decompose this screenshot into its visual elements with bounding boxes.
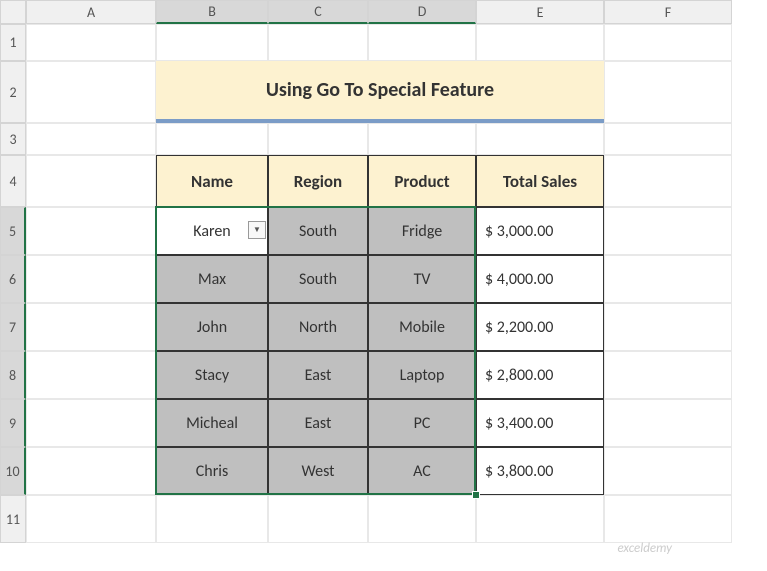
col-header-f[interactable]: F — [604, 0, 732, 24]
col-header-e[interactable]: E — [476, 0, 604, 24]
cell-f3[interactable] — [604, 123, 732, 155]
cell-a2[interactable] — [26, 61, 156, 123]
cell-d11[interactable] — [368, 495, 476, 543]
cell-f1[interactable] — [604, 24, 732, 61]
cell-f5[interactable] — [604, 207, 732, 255]
cell-f7[interactable] — [604, 303, 732, 351]
col-header-a[interactable]: A — [26, 0, 156, 24]
cell-a9[interactable] — [26, 399, 156, 447]
cell-product-1[interactable]: TV — [368, 255, 476, 303]
cell-product-5[interactable]: AC — [368, 447, 476, 495]
cell-sales-2[interactable]: $ 2,200.00 — [476, 303, 604, 351]
cell-e1[interactable] — [476, 24, 604, 61]
cell-c11[interactable] — [268, 495, 368, 543]
select-all-corner[interactable] — [0, 0, 26, 24]
row-header-9[interactable]: 9 — [0, 399, 26, 447]
cell-a4[interactable] — [26, 155, 156, 207]
cell-f10[interactable] — [604, 447, 732, 495]
cell-region-3[interactable]: East — [268, 351, 368, 399]
cell-f2[interactable] — [604, 61, 732, 123]
spreadsheet-grid: A B C D E F 1 2 3 4 5 6 7 8 9 10 11 Usin… — [0, 0, 732, 543]
cell-a5[interactable] — [26, 207, 156, 255]
cell-f8[interactable] — [604, 351, 732, 399]
row-header-2[interactable]: 2 — [0, 61, 26, 123]
row-header-5[interactable]: 5 — [0, 207, 26, 255]
cell-f4[interactable] — [604, 155, 732, 207]
cell-region-5[interactable]: West — [268, 447, 368, 495]
cell-c1[interactable] — [268, 24, 368, 61]
cell-product-3[interactable]: Laptop — [368, 351, 476, 399]
watermark: exceldemy — [617, 541, 672, 556]
cell-name-2[interactable]: John — [156, 303, 268, 351]
cell-e3[interactable] — [476, 123, 604, 155]
row-header-8[interactable]: 8 — [0, 351, 26, 399]
cell-region-2[interactable]: North — [268, 303, 368, 351]
row-header-7[interactable]: 7 — [0, 303, 26, 351]
cell-b3[interactable] — [156, 123, 268, 155]
cell-sales-5[interactable]: $ 3,800.00 — [476, 447, 604, 495]
cell-product-2[interactable]: Mobile — [368, 303, 476, 351]
cell-f9[interactable] — [604, 399, 732, 447]
cell-a10[interactable] — [26, 447, 156, 495]
cell-sales-1[interactable]: $ 4,000.00 — [476, 255, 604, 303]
cell-name-4[interactable]: Micheal — [156, 399, 268, 447]
cell-product-0[interactable]: Fridge — [368, 207, 476, 255]
col-header-c[interactable]: C — [268, 0, 368, 24]
title-cell[interactable]: Using Go To Special Feature — [156, 61, 604, 123]
header-product[interactable]: Product — [368, 155, 476, 207]
row-header-3[interactable]: 3 — [0, 123, 26, 155]
row-header-1[interactable]: 1 — [0, 24, 26, 61]
cell-region-4[interactable]: East — [268, 399, 368, 447]
cell-a1[interactable] — [26, 24, 156, 61]
cell-a7[interactable] — [26, 303, 156, 351]
header-name[interactable]: Name — [156, 155, 268, 207]
cell-sales-3[interactable]: $ 2,800.00 — [476, 351, 604, 399]
cell-d3[interactable] — [368, 123, 476, 155]
cell-name-3[interactable]: Stacy — [156, 351, 268, 399]
row-header-10[interactable]: 10 — [0, 447, 26, 495]
cell-a6[interactable] — [26, 255, 156, 303]
cell-c3[interactable] — [268, 123, 368, 155]
cell-f11[interactable] — [604, 495, 732, 543]
cell-sales-4[interactable]: $ 3,400.00 — [476, 399, 604, 447]
row-header-11[interactable]: 11 — [0, 495, 26, 543]
cell-a8[interactable] — [26, 351, 156, 399]
cell-b1[interactable] — [156, 24, 268, 61]
row-header-6[interactable]: 6 — [0, 255, 26, 303]
cell-name-5[interactable]: Chris — [156, 447, 268, 495]
cell-product-4[interactable]: PC — [368, 399, 476, 447]
cell-d1[interactable] — [368, 24, 476, 61]
header-total-sales[interactable]: Total Sales — [476, 155, 604, 207]
cell-f6[interactable] — [604, 255, 732, 303]
filter-dropdown-button[interactable]: ▼ — [248, 221, 266, 239]
cell-region-1[interactable]: South — [268, 255, 368, 303]
row-header-4[interactable]: 4 — [0, 155, 26, 207]
cell-b11[interactable] — [156, 495, 268, 543]
selection-handle[interactable] — [472, 491, 480, 499]
col-header-b[interactable]: B — [156, 0, 268, 24]
cell-e11[interactable] — [476, 495, 604, 543]
cell-sales-0[interactable]: $ 3,000.00 — [476, 207, 604, 255]
cell-a11[interactable] — [26, 495, 156, 543]
cell-a3[interactable] — [26, 123, 156, 155]
cell-region-0[interactable]: South — [268, 207, 368, 255]
header-region[interactable]: Region — [268, 155, 368, 207]
col-header-d[interactable]: D — [368, 0, 476, 24]
cell-name-1[interactable]: Max — [156, 255, 268, 303]
chevron-down-icon: ▼ — [253, 225, 261, 235]
